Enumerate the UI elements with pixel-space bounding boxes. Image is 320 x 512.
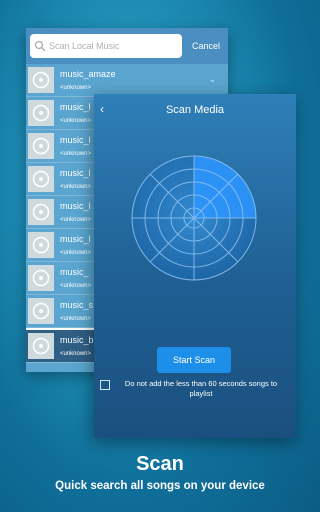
music-disc-icon bbox=[28, 67, 54, 93]
song-title: music_ bbox=[60, 266, 89, 277]
music-disc-icon bbox=[28, 166, 54, 192]
song-artist: <unknown> bbox=[60, 150, 92, 157]
music-disc-icon bbox=[28, 265, 54, 291]
song-artist: <unknown> bbox=[60, 249, 92, 256]
music-disc-icon bbox=[28, 333, 54, 359]
song-title: music_l bbox=[60, 200, 91, 211]
min-duration-option: Do not add the less than 60 seconds song… bbox=[100, 379, 290, 399]
song-artist: <unknown> bbox=[60, 84, 92, 91]
song-title: music_b bbox=[60, 334, 94, 345]
song-artist: <unknown> bbox=[60, 183, 92, 190]
music-disc-icon bbox=[28, 199, 54, 225]
search-icon bbox=[34, 40, 46, 52]
scan-media-screen: ‹ Scan Media Start Scan Do not add the l… bbox=[94, 94, 296, 438]
caption-subtitle: Quick search all songs on your device bbox=[55, 480, 265, 492]
song-title: music_l bbox=[60, 167, 91, 178]
min-duration-checkbox[interactable] bbox=[100, 380, 110, 390]
song-title: music_s bbox=[60, 299, 94, 310]
song-title: music_amaze bbox=[60, 68, 116, 79]
search-bar: Cancel bbox=[26, 28, 228, 64]
song-title: music_l bbox=[60, 101, 91, 112]
song-artist: <unknown> bbox=[60, 315, 92, 322]
search-box[interactable] bbox=[30, 34, 182, 58]
caption-title: Scan bbox=[136, 453, 184, 475]
start-scan-button[interactable]: Start Scan bbox=[157, 347, 231, 373]
radar-graphic bbox=[130, 154, 258, 282]
song-title: music_l bbox=[60, 233, 91, 244]
song-artist: <unknown> bbox=[60, 117, 92, 124]
music-disc-icon bbox=[28, 133, 54, 159]
song-title: music_l bbox=[60, 134, 91, 145]
music-disc-icon bbox=[28, 232, 54, 258]
song-artist: <unknown> bbox=[60, 282, 92, 289]
music-disc-icon bbox=[28, 100, 54, 126]
song-artist: <unknown> bbox=[60, 350, 92, 357]
list-item[interactable]: music_amaze <unknown> bbox=[26, 64, 228, 97]
music-disc-icon bbox=[28, 298, 54, 324]
page-title: Scan Media bbox=[165, 104, 225, 116]
min-duration-label: Do not add the less than 60 seconds song… bbox=[124, 379, 278, 398]
cancel-button[interactable]: Cancel bbox=[192, 41, 220, 51]
search-input[interactable] bbox=[49, 41, 177, 51]
song-artist: <unknown> bbox=[60, 216, 92, 223]
chevron-down-icon[interactable]: ⌄ bbox=[208, 74, 216, 85]
header: ‹ Scan Media bbox=[94, 94, 296, 126]
chevron-left-icon[interactable]: ‹ bbox=[100, 102, 104, 116]
